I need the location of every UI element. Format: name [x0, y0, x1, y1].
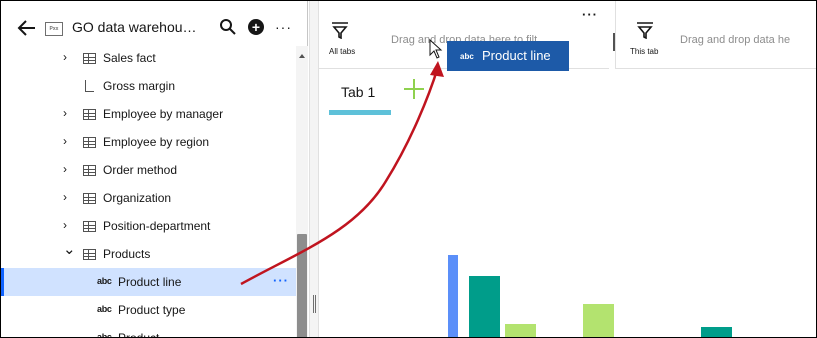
chevron-right-icon[interactable]: ›	[63, 162, 73, 176]
data-tree: › Sales fact Gross margin › Employee by mana…	[1, 46, 296, 338]
panel-header: Pxx GO data warehou… + ···	[1, 1, 308, 51]
row-overflow-icon[interactable]: ···	[273, 273, 289, 288]
tree-item-label: Organization	[103, 191, 172, 205]
measure-icon	[85, 80, 94, 92]
tree-item-label: Product type	[118, 303, 186, 317]
this-tab-label: This tab	[630, 47, 659, 56]
tree-item-label: Employee by manager	[103, 107, 224, 121]
arrow-left-icon[interactable]	[17, 19, 37, 37]
overflow-menu-icon[interactable]: ···	[275, 19, 292, 35]
tree-item-gross-margin[interactable]: Gross margin	[1, 72, 296, 100]
all-tabs-label: All tabs	[329, 47, 356, 56]
tree-item-label: Position-department	[103, 219, 211, 233]
chart-bar[interactable]	[583, 304, 614, 337]
tree-item-product[interactable]: abc Product	[1, 324, 296, 338]
table-icon	[83, 137, 96, 148]
table-icon	[83, 165, 96, 176]
tree-item-products[interactable]: ⌄ Products	[1, 240, 296, 268]
chevron-right-icon[interactable]: ›	[63, 50, 73, 64]
search-icon[interactable]	[219, 18, 237, 36]
chevron-right-icon[interactable]: ›	[63, 218, 73, 232]
tree-item-employee-by-region[interactable]: › Employee by region	[1, 128, 296, 156]
scroll-up-icon[interactable]	[299, 54, 305, 58]
filter-icon	[332, 22, 348, 39]
tree-item-label: Product line	[118, 275, 182, 289]
tree-item-label: Gross margin	[103, 79, 176, 93]
dashboard-canvas[interactable]: Tab 1	[319, 70, 816, 337]
tree-item-employee-by-manager[interactable]: › Employee by manager	[1, 100, 296, 128]
tree-item-label: Order method	[103, 163, 178, 177]
filter-overflow-icon[interactable]: ···	[582, 7, 598, 22]
abc-icon: abc	[97, 332, 112, 338]
tree-item-label: Products	[103, 247, 151, 261]
tree-item-order-method[interactable]: › Order method	[1, 156, 296, 184]
tree-item-sales-fact[interactable]: › Sales fact	[1, 46, 296, 72]
table-icon	[83, 221, 96, 232]
table-icon	[83, 193, 96, 204]
chart-bar[interactable]	[448, 255, 458, 337]
scroll-thumb[interactable]	[297, 234, 307, 337]
tree-item-product-line[interactable]: abc Product line ···	[1, 268, 296, 296]
tree-item-position-department[interactable]: › Position-department	[1, 212, 296, 240]
chart-bar[interactable]	[505, 324, 536, 337]
tree-item-label: Sales fact	[103, 51, 156, 65]
mouse-cursor-icon	[429, 39, 443, 59]
tab-label: Tab 1	[341, 84, 376, 100]
this-tab-filter-zone[interactable]: This tab Drag and drop data he	[615, 1, 816, 69]
data-source-title[interactable]: GO data warehou…	[72, 19, 197, 35]
chart-bar[interactable]	[701, 327, 732, 337]
chevron-down-icon[interactable]: ⌄	[63, 240, 76, 258]
drag-ghost-product-line[interactable]: abc Product line	[447, 41, 569, 71]
plus-circle-icon[interactable]: +	[248, 19, 264, 35]
chevron-right-icon[interactable]: ›	[63, 190, 73, 204]
data-sources-panel: Pxx GO data warehou… + ··· › Sales fact Gr…	[1, 1, 308, 338]
drag-ghost-label: Product line	[482, 48, 551, 63]
table-icon	[83, 249, 96, 260]
splitter-grip-icon[interactable]	[313, 295, 316, 313]
tree-item-label: Product	[118, 331, 160, 338]
panel-splitter[interactable]	[309, 1, 319, 337]
tree-item-organization[interactable]: › Organization	[1, 184, 296, 212]
plus-icon[interactable]	[403, 78, 425, 100]
app-window: Pxx GO data warehou… + ··· › Sales fact Gr…	[0, 0, 817, 338]
active-tab-indicator	[329, 110, 391, 115]
abc-icon: abc	[97, 276, 112, 286]
abc-icon: abc	[460, 52, 474, 61]
tree-item-label: Employee by region	[103, 135, 210, 149]
tree-item-product-type[interactable]: abc Product type	[1, 296, 296, 324]
table-icon	[83, 109, 96, 120]
this-tab-drop-hint: Drag and drop data he	[680, 34, 791, 46]
tree-scrollbar[interactable]	[296, 46, 308, 337]
filter-icon	[637, 22, 653, 39]
chevron-right-icon[interactable]: ›	[63, 134, 73, 148]
chart-bar[interactable]	[469, 276, 500, 337]
table-icon	[83, 53, 96, 64]
chevron-right-icon[interactable]: ›	[63, 106, 73, 120]
data-source-icon: Pxx	[45, 22, 63, 36]
abc-icon: abc	[97, 304, 112, 314]
tab-1[interactable]: Tab 1	[327, 80, 391, 116]
